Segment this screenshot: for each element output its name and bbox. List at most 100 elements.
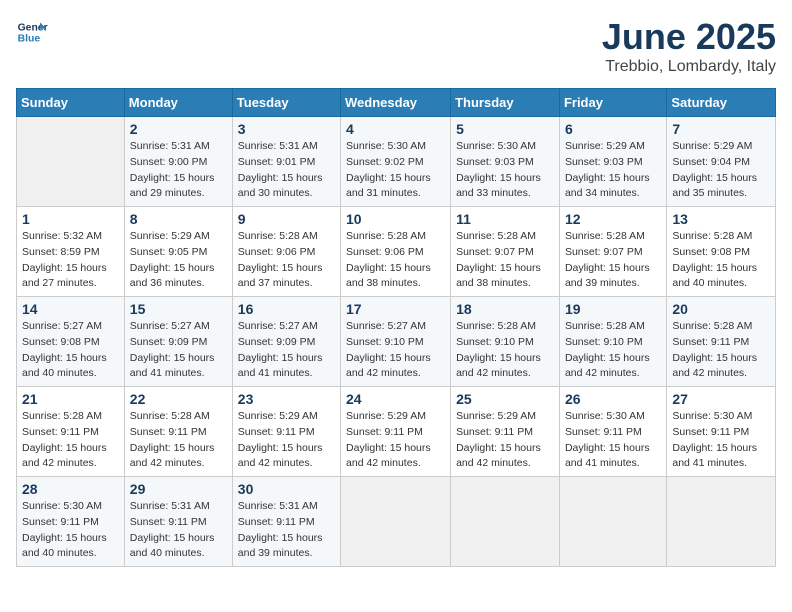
day-number: 22 [130,391,227,407]
logo-icon: General Blue [16,16,48,48]
calendar-cell: 18 Sunrise: 5:28 AM Sunset: 9:10 PM Dayl… [451,297,560,387]
day-detail: Sunrise: 5:28 AM Sunset: 9:11 PM Dayligh… [672,319,770,382]
day-detail: Sunrise: 5:30 AM Sunset: 9:02 PM Dayligh… [346,139,445,202]
day-number: 25 [456,391,554,407]
day-number: 9 [238,211,335,227]
day-detail: Sunrise: 5:29 AM Sunset: 9:11 PM Dayligh… [456,409,554,472]
calendar-cell: 5 Sunrise: 5:30 AM Sunset: 9:03 PM Dayli… [451,117,560,207]
day-number: 2 [130,121,227,137]
calendar-cell: 22 Sunrise: 5:28 AM Sunset: 9:11 PM Dayl… [124,387,232,477]
title-area: June 2025 Trebbio, Lombardy, Italy [602,16,776,76]
calendar-cell [341,477,451,567]
calendar-week-row: 28 Sunrise: 5:30 AM Sunset: 9:11 PM Dayl… [17,477,776,567]
calendar-cell: 6 Sunrise: 5:29 AM Sunset: 9:03 PM Dayli… [559,117,666,207]
calendar-cell: 30 Sunrise: 5:31 AM Sunset: 9:11 PM Dayl… [232,477,340,567]
day-detail: Sunrise: 5:27 AM Sunset: 9:10 PM Dayligh… [346,319,445,382]
calendar-cell: 26 Sunrise: 5:30 AM Sunset: 9:11 PM Dayl… [559,387,666,477]
calendar-table: Sunday Monday Tuesday Wednesday Thursday… [16,88,776,567]
calendar-cell: 7 Sunrise: 5:29 AM Sunset: 9:04 PM Dayli… [667,117,776,207]
day-detail: Sunrise: 5:28 AM Sunset: 9:11 PM Dayligh… [130,409,227,472]
calendar-week-row: 1 Sunrise: 5:32 AM Sunset: 8:59 PM Dayli… [17,207,776,297]
calendar-cell: 14 Sunrise: 5:27 AM Sunset: 9:08 PM Dayl… [17,297,125,387]
day-detail: Sunrise: 5:28 AM Sunset: 9:07 PM Dayligh… [456,229,554,292]
calendar-cell: 17 Sunrise: 5:27 AM Sunset: 9:10 PM Dayl… [341,297,451,387]
day-number: 10 [346,211,445,227]
day-detail: Sunrise: 5:31 AM Sunset: 9:00 PM Dayligh… [130,139,227,202]
calendar-cell [17,117,125,207]
day-detail: Sunrise: 5:31 AM Sunset: 9:01 PM Dayligh… [238,139,335,202]
calendar-cell: 21 Sunrise: 5:28 AM Sunset: 9:11 PM Dayl… [17,387,125,477]
weekday-header-row: Sunday Monday Tuesday Wednesday Thursday… [17,89,776,117]
calendar-cell: 28 Sunrise: 5:30 AM Sunset: 9:11 PM Dayl… [17,477,125,567]
day-number: 16 [238,301,335,317]
calendar-cell: 16 Sunrise: 5:27 AM Sunset: 9:09 PM Dayl… [232,297,340,387]
day-number: 6 [565,121,661,137]
calendar-week-row: 21 Sunrise: 5:28 AM Sunset: 9:11 PM Dayl… [17,387,776,477]
day-number: 7 [672,121,770,137]
day-detail: Sunrise: 5:30 AM Sunset: 9:11 PM Dayligh… [672,409,770,472]
day-number: 23 [238,391,335,407]
header-wednesday: Wednesday [341,89,451,117]
day-detail: Sunrise: 5:28 AM Sunset: 9:06 PM Dayligh… [346,229,445,292]
day-number: 8 [130,211,227,227]
calendar-cell: 23 Sunrise: 5:29 AM Sunset: 9:11 PM Dayl… [232,387,340,477]
day-number: 21 [22,391,119,407]
page-header: General Blue June 2025 Trebbio, Lombardy… [16,16,776,76]
day-number: 4 [346,121,445,137]
day-detail: Sunrise: 5:27 AM Sunset: 9:08 PM Dayligh… [22,319,119,382]
day-detail: Sunrise: 5:30 AM Sunset: 9:11 PM Dayligh… [22,499,119,562]
day-number: 20 [672,301,770,317]
day-number: 13 [672,211,770,227]
day-detail: Sunrise: 5:27 AM Sunset: 9:09 PM Dayligh… [238,319,335,382]
header-saturday: Saturday [667,89,776,117]
day-number: 30 [238,481,335,497]
day-detail: Sunrise: 5:29 AM Sunset: 9:03 PM Dayligh… [565,139,661,202]
day-number: 5 [456,121,554,137]
day-number: 12 [565,211,661,227]
calendar-cell [667,477,776,567]
day-number: 19 [565,301,661,317]
day-number: 27 [672,391,770,407]
day-detail: Sunrise: 5:29 AM Sunset: 9:11 PM Dayligh… [346,409,445,472]
day-number: 18 [456,301,554,317]
calendar-cell: 27 Sunrise: 5:30 AM Sunset: 9:11 PM Dayl… [667,387,776,477]
header-friday: Friday [559,89,666,117]
calendar-cell: 10 Sunrise: 5:28 AM Sunset: 9:06 PM Dayl… [341,207,451,297]
calendar-cell: 24 Sunrise: 5:29 AM Sunset: 9:11 PM Dayl… [341,387,451,477]
day-detail: Sunrise: 5:28 AM Sunset: 9:08 PM Dayligh… [672,229,770,292]
header-sunday: Sunday [17,89,125,117]
day-number: 15 [130,301,227,317]
day-detail: Sunrise: 5:32 AM Sunset: 8:59 PM Dayligh… [22,229,119,292]
calendar-cell: 9 Sunrise: 5:28 AM Sunset: 9:06 PM Dayli… [232,207,340,297]
day-detail: Sunrise: 5:28 AM Sunset: 9:10 PM Dayligh… [456,319,554,382]
calendar-cell: 20 Sunrise: 5:28 AM Sunset: 9:11 PM Dayl… [667,297,776,387]
day-number: 11 [456,211,554,227]
calendar-cell: 11 Sunrise: 5:28 AM Sunset: 9:07 PM Dayl… [451,207,560,297]
day-detail: Sunrise: 5:29 AM Sunset: 9:04 PM Dayligh… [672,139,770,202]
day-detail: Sunrise: 5:29 AM Sunset: 9:05 PM Dayligh… [130,229,227,292]
calendar-cell: 8 Sunrise: 5:29 AM Sunset: 9:05 PM Dayli… [124,207,232,297]
day-number: 14 [22,301,119,317]
calendar-cell [559,477,666,567]
header-monday: Monday [124,89,232,117]
day-number: 29 [130,481,227,497]
calendar-cell: 29 Sunrise: 5:31 AM Sunset: 9:11 PM Dayl… [124,477,232,567]
logo: General Blue [16,16,48,48]
calendar-cell: 15 Sunrise: 5:27 AM Sunset: 9:09 PM Dayl… [124,297,232,387]
day-detail: Sunrise: 5:28 AM Sunset: 9:10 PM Dayligh… [565,319,661,382]
day-number: 3 [238,121,335,137]
calendar-week-row: 2 Sunrise: 5:31 AM Sunset: 9:00 PM Dayli… [17,117,776,207]
calendar-cell: 1 Sunrise: 5:32 AM Sunset: 8:59 PM Dayli… [17,207,125,297]
day-detail: Sunrise: 5:31 AM Sunset: 9:11 PM Dayligh… [130,499,227,562]
calendar-cell: 3 Sunrise: 5:31 AM Sunset: 9:01 PM Dayli… [232,117,340,207]
day-number: 26 [565,391,661,407]
calendar-title: June 2025 [602,16,776,58]
calendar-cell: 12 Sunrise: 5:28 AM Sunset: 9:07 PM Dayl… [559,207,666,297]
day-detail: Sunrise: 5:31 AM Sunset: 9:11 PM Dayligh… [238,499,335,562]
header-tuesday: Tuesday [232,89,340,117]
day-number: 17 [346,301,445,317]
day-detail: Sunrise: 5:27 AM Sunset: 9:09 PM Dayligh… [130,319,227,382]
calendar-week-row: 14 Sunrise: 5:27 AM Sunset: 9:08 PM Dayl… [17,297,776,387]
day-number: 1 [22,211,119,227]
day-number: 28 [22,481,119,497]
